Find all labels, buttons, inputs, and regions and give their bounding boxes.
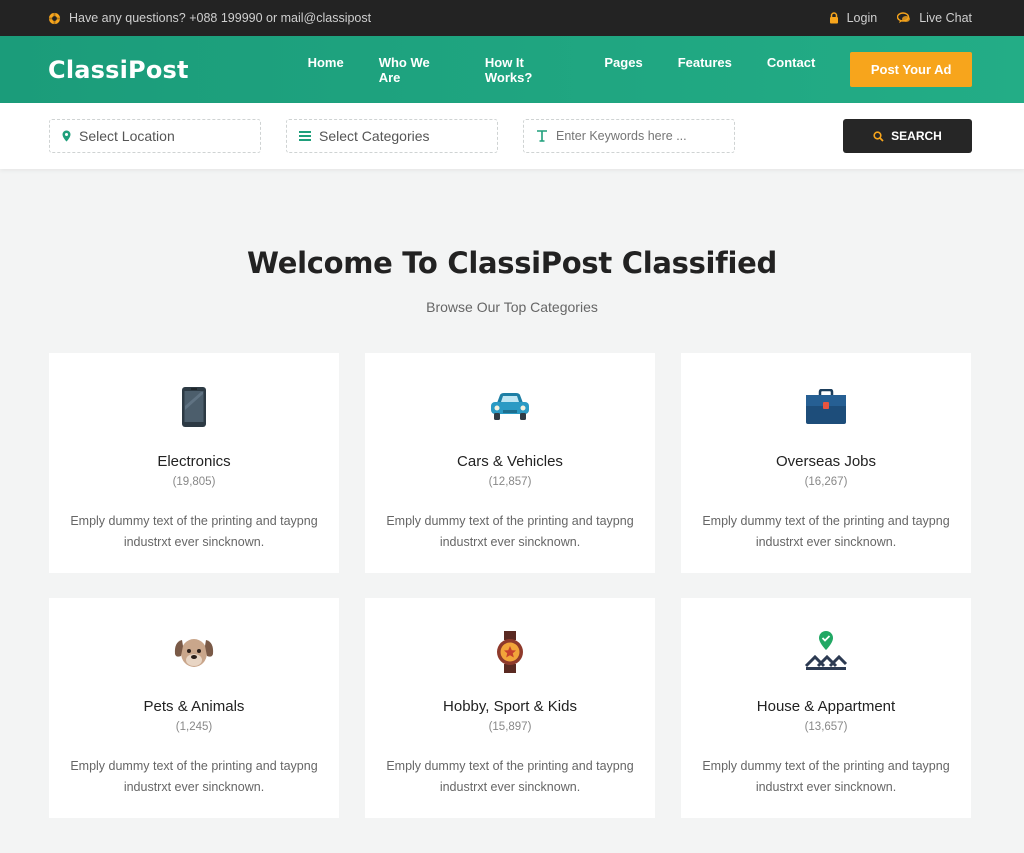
dog-icon	[49, 630, 339, 674]
chat-icon	[897, 12, 911, 24]
lock-icon	[829, 12, 839, 24]
top-bar: Have any questions? +088 199990 or mail@…	[0, 0, 1024, 36]
category-select[interactable]: Select Categories	[286, 119, 498, 153]
search-icon	[873, 130, 884, 142]
category-card-house-appartment[interactable]: House & Appartment (13,657) Emply dummy …	[681, 598, 971, 818]
category-count: (15,897)	[488, 721, 532, 733]
lifebuoy-icon	[48, 11, 61, 25]
search-button[interactable]: SEARCH	[843, 119, 972, 153]
login-label: Login	[846, 11, 878, 25]
category-description: Emply dummy text of the printing and tay…	[386, 514, 634, 549]
nav-item-who-we-are[interactable]: Who We Are	[379, 55, 450, 85]
category-title: Electronics	[157, 453, 231, 470]
page-title: Welcome To ClassiPost Classified	[247, 246, 777, 280]
nav-item-how-it-works[interactable]: How It Works?	[485, 55, 570, 85]
category-count: (12,857)	[488, 476, 532, 488]
nav-menu: Home Who We Are How It Works? Pages Feat…	[308, 55, 851, 85]
welcome-section: Welcome To ClassiPost Classified Browse …	[0, 246, 1024, 315]
category-description: Emply dummy text of the printing and tay…	[70, 514, 318, 549]
contact-info: Have any questions? +088 199990 or mail@…	[48, 11, 371, 25]
nav-item-pages[interactable]: Pages	[604, 55, 642, 85]
category-grid: Electronics (19,805) Emply dummy text of…	[49, 353, 1024, 818]
category-title: Cars & Vehicles	[457, 453, 563, 470]
keyword-field[interactable]	[523, 119, 735, 153]
watch-icon	[365, 630, 655, 674]
category-card-overseas-jobs[interactable]: Overseas Jobs (16,267) Emply dummy text …	[681, 353, 971, 573]
category-description: Emply dummy text of the printing and tay…	[70, 759, 318, 794]
smartphone-icon	[49, 385, 339, 429]
keyword-input[interactable]	[556, 129, 726, 143]
list-icon	[299, 131, 311, 141]
category-card-pets-animals[interactable]: Pets & Animals (1,245) Emply dummy text …	[49, 598, 339, 818]
car-icon	[365, 385, 655, 429]
text-cursor-icon	[536, 130, 548, 142]
category-title: House & Appartment	[756, 698, 896, 715]
search-bar: Select Location Select Categories SEARCH	[0, 103, 1024, 169]
search-button-label: SEARCH	[891, 129, 942, 143]
page-subtitle: Browse Our Top Categories	[426, 299, 598, 315]
category-title: Overseas Jobs	[775, 453, 877, 470]
live-chat-link[interactable]: Live Chat	[897, 11, 972, 25]
post-ad-button[interactable]: Post Your Ad	[850, 52, 973, 87]
map-pin-icon	[62, 130, 71, 142]
logo[interactable]: ClassiPost	[48, 56, 284, 84]
location-select[interactable]: Select Location	[49, 119, 261, 153]
category-card-electronics[interactable]: Electronics (19,805) Emply dummy text of…	[49, 353, 339, 573]
category-description: Emply dummy text of the printing and tay…	[386, 759, 634, 794]
category-title: Hobby, Sport & Kids	[443, 698, 577, 715]
nav-item-contact[interactable]: Contact	[767, 55, 815, 85]
category-card-hobby-sport-kids[interactable]: Hobby, Sport & Kids (15,897) Emply dummy…	[365, 598, 655, 818]
category-count: (1,245)	[175, 721, 213, 733]
category-title: Pets & Animals	[143, 698, 245, 715]
main-navigation: ClassiPost Home Who We Are How It Works?…	[0, 36, 1024, 103]
category-count: (13,657)	[804, 721, 848, 733]
category-description: Emply dummy text of the printing and tay…	[702, 759, 950, 794]
login-link[interactable]: Login	[829, 11, 878, 25]
house-location-icon	[681, 630, 971, 674]
category-description: Emply dummy text of the printing and tay…	[702, 514, 950, 549]
nav-item-home[interactable]: Home	[308, 55, 344, 85]
chat-label: Live Chat	[919, 11, 972, 25]
category-count: (16,267)	[804, 476, 848, 488]
nav-item-features[interactable]: Features	[678, 55, 732, 85]
category-count: (19,805)	[172, 476, 216, 488]
category-card-cars-vehicles[interactable]: Cars & Vehicles (12,857) Emply dummy tex…	[365, 353, 655, 573]
contact-text: Have any questions? +088 199990 or mail@…	[69, 11, 372, 25]
briefcase-icon	[681, 385, 971, 429]
category-select-label: Select Categories	[319, 128, 430, 144]
location-select-label: Select Location	[79, 128, 175, 144]
